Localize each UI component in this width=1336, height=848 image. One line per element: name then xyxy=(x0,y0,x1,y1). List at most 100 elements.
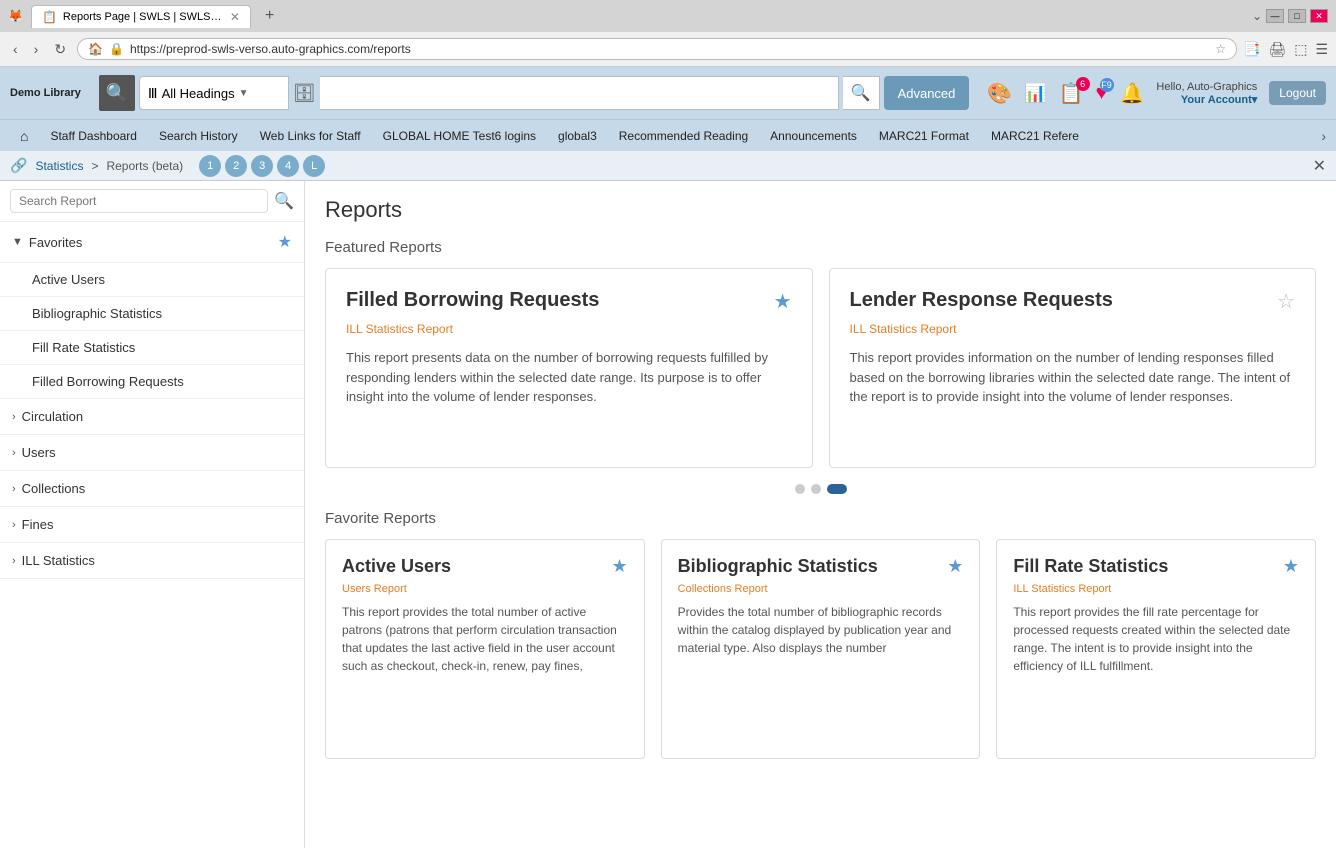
extensions-icon[interactable]: ⬚ xyxy=(1294,41,1307,58)
tab-favicon: 📋 xyxy=(42,10,57,24)
user-info: Hello, Auto-Graphics Your Account▾ xyxy=(1156,81,1257,106)
sidebar-group-users[interactable]: › Users xyxy=(0,435,304,471)
nav-announcements[interactable]: Announcements xyxy=(760,123,867,149)
featured-card-desc-2: This report provides information on the … xyxy=(850,348,1296,407)
favorite-cards-container: Active Users ★ Users Report This report … xyxy=(325,539,1316,759)
featured-reports-section-title: Featured Reports xyxy=(325,239,1316,256)
sidebar-item-filled-borrowing-requests[interactable]: Filled Borrowing Requests xyxy=(0,365,304,399)
menu-icon[interactable]: ☰ xyxy=(1315,41,1328,58)
fav-card-desc-3: This report provides the fill rate perce… xyxy=(1013,603,1299,675)
breadcrumb-separator: > xyxy=(91,159,98,173)
maximize-button[interactable]: □ xyxy=(1288,9,1306,23)
tab-list-button[interactable]: ⌄ xyxy=(1252,9,1262,23)
app-logo-icon: 🔍 xyxy=(106,83,128,104)
fav-card-header-1: Active Users ★ xyxy=(342,556,628,577)
featured-card-filled-borrowing: Filled Borrowing Requests ★ ILL Statisti… xyxy=(325,268,813,468)
favorite-reports-section-title: Favorite Reports xyxy=(325,510,1316,527)
theme-icon[interactable]: 🎨 xyxy=(987,81,1012,106)
search-logo-icon: 🔍 xyxy=(99,75,135,111)
back-button[interactable]: ‹ xyxy=(8,39,23,59)
carousel-dot-3-active[interactable] xyxy=(827,484,847,494)
carousel-dot-1[interactable] xyxy=(795,484,805,494)
browser-tab[interactable]: 📋 Reports Page | SWLS | SWLS | A... ✕ xyxy=(31,5,251,28)
nav-search-history[interactable]: Search History xyxy=(149,123,248,149)
sidebar-item-fill-rate-statistics[interactable]: Fill Rate Statistics xyxy=(0,331,304,365)
fav-card-star-1[interactable]: ★ xyxy=(612,556,628,577)
page-1-button[interactable]: 1 xyxy=(199,155,221,177)
nav-recommended-reading[interactable]: Recommended Reading xyxy=(609,123,758,149)
dropdown-arrow-icon: ▼ xyxy=(239,88,249,99)
page-2-button[interactable]: 2 xyxy=(225,155,247,177)
browser-favicon: 🦊 xyxy=(8,9,23,23)
circulation-chevron-icon: › xyxy=(12,411,16,423)
home-icon: ⌂ xyxy=(20,128,28,144)
url-bar[interactable]: 🏠 🔒 https://preprod-swls-verso.auto-grap… xyxy=(77,38,1237,60)
sidebar-group-collections[interactable]: › Collections xyxy=(0,471,304,507)
breadcrumb-icon: 🔗 xyxy=(10,157,27,174)
search-type-dropdown[interactable]: Ⅲ All Headings ▼ xyxy=(139,76,289,110)
account-link[interactable]: Your Account▾ xyxy=(1156,93,1257,106)
featured-card-title-1: Filled Borrowing Requests xyxy=(346,289,599,312)
reports-icon[interactable]: 📊 xyxy=(1024,82,1046,105)
featured-card-star-1[interactable]: ★ xyxy=(774,289,792,314)
nav-marc21-format[interactable]: MARC21 Format xyxy=(869,123,979,149)
fav-card-category-2: Collections Report xyxy=(678,583,964,595)
nav-global3[interactable]: global3 xyxy=(548,123,607,149)
favorites-label: Favorites xyxy=(29,235,272,250)
nav-web-links[interactable]: Web Links for Staff xyxy=(250,123,371,149)
favorites-icon[interactable]: ♥ F9 xyxy=(1096,82,1108,105)
user-greeting: Hello, Auto-Graphics xyxy=(1156,81,1257,93)
nav-marc21-refere[interactable]: MARC21 Refere xyxy=(981,123,1089,149)
breadcrumb-close-button[interactable]: ✕ xyxy=(1313,156,1326,176)
fav-card-star-3[interactable]: ★ xyxy=(1283,556,1299,577)
sidebar-search-input[interactable] xyxy=(10,189,268,213)
page-4-button[interactable]: 4 xyxy=(277,155,299,177)
featured-card-category-1: ILL Statistics Report xyxy=(346,322,792,336)
refresh-button[interactable]: ↻ xyxy=(49,39,71,60)
fines-chevron-icon: › xyxy=(12,519,16,531)
sidebar-group-fines[interactable]: › Fines xyxy=(0,507,304,543)
carousel-dot-2[interactable] xyxy=(811,484,821,494)
notifications-icon[interactable]: 📋 6 xyxy=(1059,81,1084,106)
featured-card-star-2[interactable]: ☆ xyxy=(1277,289,1295,314)
close-window-button[interactable]: ✕ xyxy=(1310,9,1328,23)
nav-global-home[interactable]: GLOBAL HOME Test6 logins xyxy=(373,123,546,149)
tab-close-button[interactable]: ✕ xyxy=(230,10,240,24)
content-area: Reports Featured Reports Filled Borrowin… xyxy=(305,181,1336,848)
favorites-badge: F9 xyxy=(1100,78,1114,92)
nav-staff-dashboard[interactable]: Staff Dashboard xyxy=(40,123,147,149)
sidebar-group-circulation[interactable]: › Circulation xyxy=(0,399,304,435)
minimize-button[interactable]: — xyxy=(1266,9,1284,23)
sidebar-item-active-users[interactable]: Active Users xyxy=(0,263,304,297)
breadcrumb-current-page: Reports (beta) xyxy=(106,159,183,173)
bell-icon[interactable]: 🔔 xyxy=(1120,81,1145,106)
download-icon[interactable]: 🖨 xyxy=(1268,41,1286,58)
search-input[interactable] xyxy=(320,76,839,110)
security-icon: 🏠 xyxy=(88,42,103,56)
advanced-search-button[interactable]: Advanced xyxy=(884,76,970,110)
library-name: Demo Library xyxy=(10,87,81,99)
fines-label: Fines xyxy=(22,517,54,532)
page-l-button[interactable]: L xyxy=(303,155,325,177)
search-submit-button[interactable]: 🔍 xyxy=(843,76,880,110)
bookmark-list-icon[interactable]: 📑 xyxy=(1243,41,1260,58)
database-icon: 🗄 xyxy=(293,83,316,104)
sidebar-favorites-header[interactable]: ▼ Favorites ★ xyxy=(0,222,304,263)
nav-home[interactable]: ⌂ xyxy=(10,122,38,150)
page-numbers: 1 2 3 4 L xyxy=(199,155,325,177)
breadcrumb-statistics-link[interactable]: Statistics xyxy=(35,159,83,173)
page-3-button[interactable]: 3 xyxy=(251,155,273,177)
forward-button[interactable]: › xyxy=(29,39,44,59)
logout-button[interactable]: Logout xyxy=(1269,81,1326,105)
new-tab-button[interactable]: + xyxy=(259,7,280,25)
featured-card-desc-1: This report presents data on the number … xyxy=(346,348,792,407)
bookmark-icon[interactable]: ☆ xyxy=(1215,42,1226,56)
sidebar-item-bibliographic-statistics[interactable]: Bibliographic Statistics xyxy=(0,297,304,331)
fav-card-star-2[interactable]: ★ xyxy=(947,556,963,577)
sidebar-group-ill-statistics[interactable]: › ILL Statistics xyxy=(0,543,304,579)
heading-icon: Ⅲ xyxy=(148,85,158,102)
carousel-dots xyxy=(325,476,1316,510)
nav-more-button[interactable]: › xyxy=(1321,128,1326,144)
sidebar-search-button[interactable]: 🔍 xyxy=(274,191,294,211)
main-layout: 🔍 ▼ Favorites ★ Active Users Bibliograph… xyxy=(0,181,1336,848)
